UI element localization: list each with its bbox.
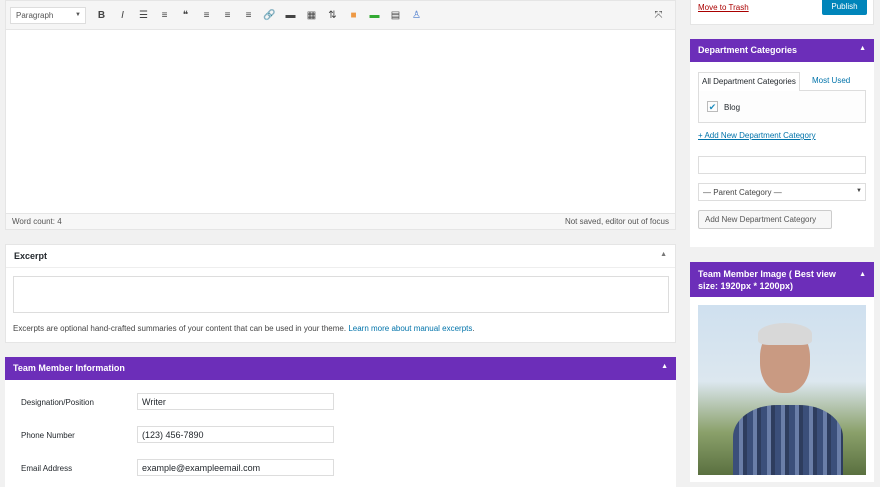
- image-box-title: Team Member Image ( Best view size: 1920…: [698, 269, 836, 291]
- collapse-icon[interactable]: ▲: [660, 251, 667, 261]
- add-new-category-link[interactable]: + Add New Department Category: [698, 131, 816, 140]
- editor-toolbar: Paragraph BI☰≡❝≡≡≡🔗▬▦⇅■▬▤♙ ⤧: [5, 0, 676, 30]
- editor-content[interactable]: Word count: 4 Not saved, editor out of f…: [5, 30, 676, 230]
- shortcode-icon[interactable]: ⇅: [322, 10, 343, 21]
- read-more-icon[interactable]: ▬: [280, 10, 301, 21]
- team-info-box: Team Member Information ▲ Designation/Pos…: [5, 357, 676, 487]
- excerpt-input[interactable]: [13, 276, 669, 313]
- numbered-list-icon[interactable]: ≡: [154, 10, 175, 21]
- save-status: Not saved, editor out of focus: [564, 217, 669, 226]
- collapse-icon[interactable]: ▲: [661, 363, 668, 374]
- fullscreen-icon[interactable]: ⤧: [648, 10, 669, 21]
- parent-category-value: — Parent Category —: [703, 188, 782, 197]
- align-center-icon[interactable]: ≡: [217, 10, 238, 21]
- parent-category-select[interactable]: — Parent Category — ▼: [698, 183, 866, 201]
- team-info-title: Team Member Information: [13, 363, 125, 373]
- excerpt-learn-more-link[interactable]: Learn more about manual excerpts: [348, 324, 472, 333]
- phone-label: Phone Number: [21, 431, 75, 440]
- collapse-icon[interactable]: ▲: [859, 269, 866, 281]
- color-grid-icon[interactable]: ■: [343, 10, 364, 21]
- word-count: Word count: 4: [12, 217, 62, 226]
- move-to-trash-link[interactable]: Move to Trash: [698, 3, 749, 12]
- editor-status-bar: Word count: 4 Not saved, editor out of f…: [6, 213, 675, 229]
- new-category-input[interactable]: [698, 156, 866, 174]
- blockquote-icon[interactable]: ❝: [175, 10, 196, 21]
- period: .: [472, 324, 475, 333]
- tab-most-used[interactable]: Most Used: [812, 76, 850, 85]
- blog-checkbox[interactable]: ✔: [707, 101, 718, 112]
- team-member-photo[interactable]: [698, 305, 866, 475]
- designation-label: Designation/Position: [21, 398, 94, 407]
- lock-icon[interactable]: ♙: [406, 10, 427, 21]
- toolbar-toggle-icon[interactable]: ▦: [301, 10, 322, 21]
- email-input[interactable]: example@exampleemail.com: [137, 459, 334, 476]
- excerpt-help: Excerpts are optional hand-crafted summa…: [13, 324, 347, 333]
- table-icon[interactable]: ▤: [385, 10, 406, 21]
- collapse-icon[interactable]: ▲: [859, 45, 866, 56]
- publish-box: Move to Trash Publish: [690, 0, 874, 25]
- format-select[interactable]: Paragraph: [10, 6, 86, 24]
- excerpt-box: Excerpt ▲ Excerpts are optional hand-craf…: [5, 244, 676, 343]
- excerpt-title: Excerpt: [14, 251, 48, 261]
- italic-icon[interactable]: I: [112, 10, 133, 21]
- link-icon[interactable]: 🔗: [259, 10, 280, 21]
- designation-input[interactable]: Writer: [137, 393, 334, 410]
- add-category-button[interactable]: Add New Department Category: [698, 210, 832, 229]
- department-categories-box: Department Categories ▲ All Department Ca…: [690, 39, 874, 247]
- publish-button[interactable]: Publish: [822, 0, 867, 15]
- phone-input[interactable]: (123) 456-7890: [137, 426, 334, 443]
- divider-icon[interactable]: ▬: [364, 10, 385, 21]
- blog-label: Blog: [724, 103, 741, 112]
- align-left-icon[interactable]: ≡: [196, 10, 217, 21]
- dept-title: Department Categories: [698, 45, 798, 55]
- tab-all-categories[interactable]: All Department Categories: [698, 72, 800, 91]
- align-right-icon[interactable]: ≡: [238, 10, 259, 21]
- email-label: Email Address: [21, 464, 73, 473]
- bullet-list-icon[interactable]: ☰: [133, 10, 154, 21]
- team-image-box: Team Member Image ( Best view size: 1920…: [690, 262, 874, 482]
- bold-icon[interactable]: B: [91, 10, 112, 21]
